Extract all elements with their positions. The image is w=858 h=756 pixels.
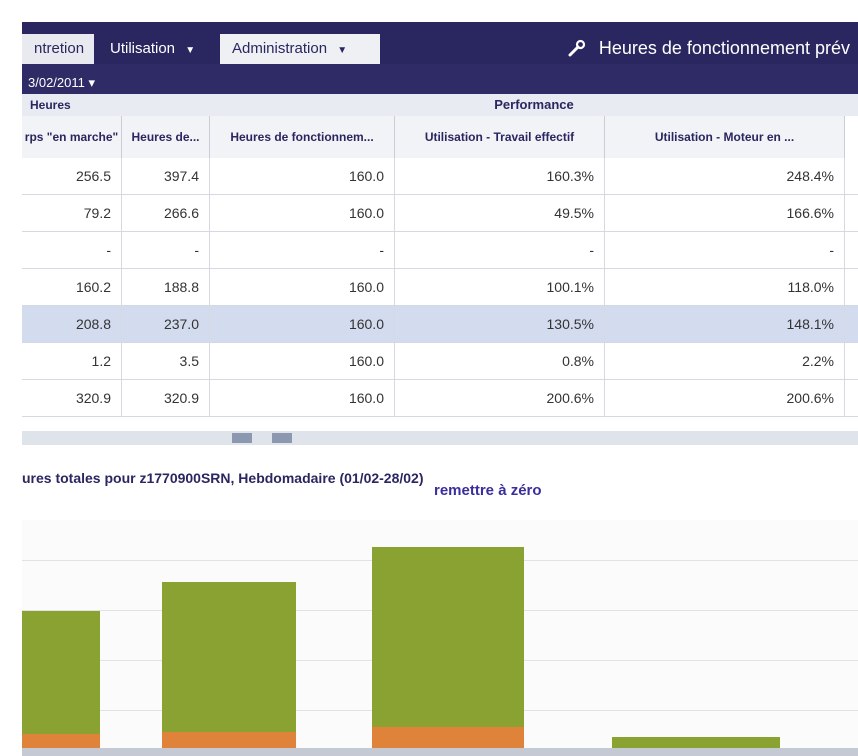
chart-bar [22,611,100,748]
table-cell: 160.2 [22,269,122,305]
table-cell: 130.5% [395,306,605,342]
tab-label: ntretion [34,40,85,57]
tab-label: Administration [232,40,328,57]
table-cell: - [22,232,122,268]
horizontal-scrollbar[interactable] [22,431,858,445]
table-cell: 160.0 [210,343,395,379]
page-title: Heures de fonctionnement prév [568,34,850,62]
table-row[interactable]: 79.2 266.6 160.0 49.5% 166.6% [22,195,858,232]
table-cell: 208.8 [22,306,122,342]
table-row[interactable]: 256.5 397.4 160.0 160.3% 248.4% [22,158,858,195]
table-cell: 3.5 [122,343,210,379]
table-cell: 0.8% [395,343,605,379]
chevron-down-icon[interactable]: ▼ [185,36,195,66]
group-header-performance: Performance [210,94,858,116]
table-cell: 79.2 [22,195,122,231]
table-cell: 160.0 [210,269,395,305]
tab-label: Utilisation [110,40,176,57]
table-cell: 160.3% [395,158,605,194]
chart-bar [612,737,780,748]
table-cell: 118.0% [605,269,845,305]
table-cell: - [210,232,395,268]
table-row[interactable]: - - - - - [22,232,858,269]
tab-utilisation[interactable]: Utilisation ▼ [98,34,216,64]
tab-strip: ntretion Utilisation ▼ Administration ▼ … [22,22,858,64]
page-title-text: Heures de fonctionnement prév [598,38,850,58]
table-cell: 200.6% [605,380,845,416]
chart-bar [162,582,296,748]
tab-maintenance[interactable]: ntretion [22,34,94,64]
table-cell: 266.6 [122,195,210,231]
column-header[interactable]: Heures de fonctionnem... [210,116,395,158]
table-row-selected[interactable]: 208.8 237.0 160.0 130.5% 148.1% [22,306,858,343]
table-cell: 166.6% [605,195,845,231]
column-header[interactable]: Heures de... [122,116,210,158]
column-header[interactable]: rps "en marche" [22,116,122,158]
table-cell: 160.0 [210,380,395,416]
table-cell: - [122,232,210,268]
group-header-heures: Heures [22,94,210,116]
column-header[interactable]: Utilisation - Moteur en ... [605,116,845,158]
table-cell: 188.8 [122,269,210,305]
tab-administration[interactable]: Administration ▼ [220,34,380,64]
table-cell: 237.0 [122,306,210,342]
table-cell: 160.0 [210,306,395,342]
table-row[interactable]: 320.9 320.9 160.0 200.6% 200.6% [22,380,858,417]
table-cell: 100.1% [395,269,605,305]
table-cell: 256.5 [22,158,122,194]
wrench-icon [568,37,586,57]
table-cell: 248.4% [605,158,845,194]
table-row[interactable]: 1.2 3.5 160.0 0.8% 2.2% [22,343,858,380]
table-cell: - [605,232,845,268]
chart-bar [372,547,524,748]
table-cell: 160.0 [210,158,395,194]
chart-bar-segment [372,727,524,748]
table-cell: 397.4 [122,158,210,194]
column-header[interactable]: Utilisation - Travail effectif [395,116,605,158]
chevron-down-icon[interactable]: ▼ [337,36,347,66]
table-cell: - [395,232,605,268]
table-row[interactable]: 160.2 188.8 160.0 100.1% 118.0% [22,269,858,306]
scroll-left-button[interactable] [232,433,252,443]
table-cell: 1.2 [22,343,122,379]
scroll-right-button[interactable] [272,433,292,443]
chart-bar-segment [22,734,100,748]
table-cell: 200.6% [395,380,605,416]
table-cell: 49.5% [395,195,605,231]
chart-title: ures totales pour z1770900SRN, Hebdomada… [22,470,424,486]
table-cell: 148.1% [605,306,845,342]
data-table: 256.5 397.4 160.0 160.3% 248.4% 79.2 266… [22,158,858,417]
reset-link[interactable]: remettre à zéro [434,482,542,499]
table-cell: 2.2% [605,343,845,379]
bar-chart [22,520,858,756]
table-cell: 320.9 [122,380,210,416]
table-cell: 320.9 [22,380,122,416]
table-cell: 160.0 [210,195,395,231]
chart-bar-segment [162,732,296,748]
top-nav: ntretion Utilisation ▼ Administration ▼ … [22,22,858,94]
date-selector[interactable]: 3/02/2011 ▾ [22,72,95,94]
